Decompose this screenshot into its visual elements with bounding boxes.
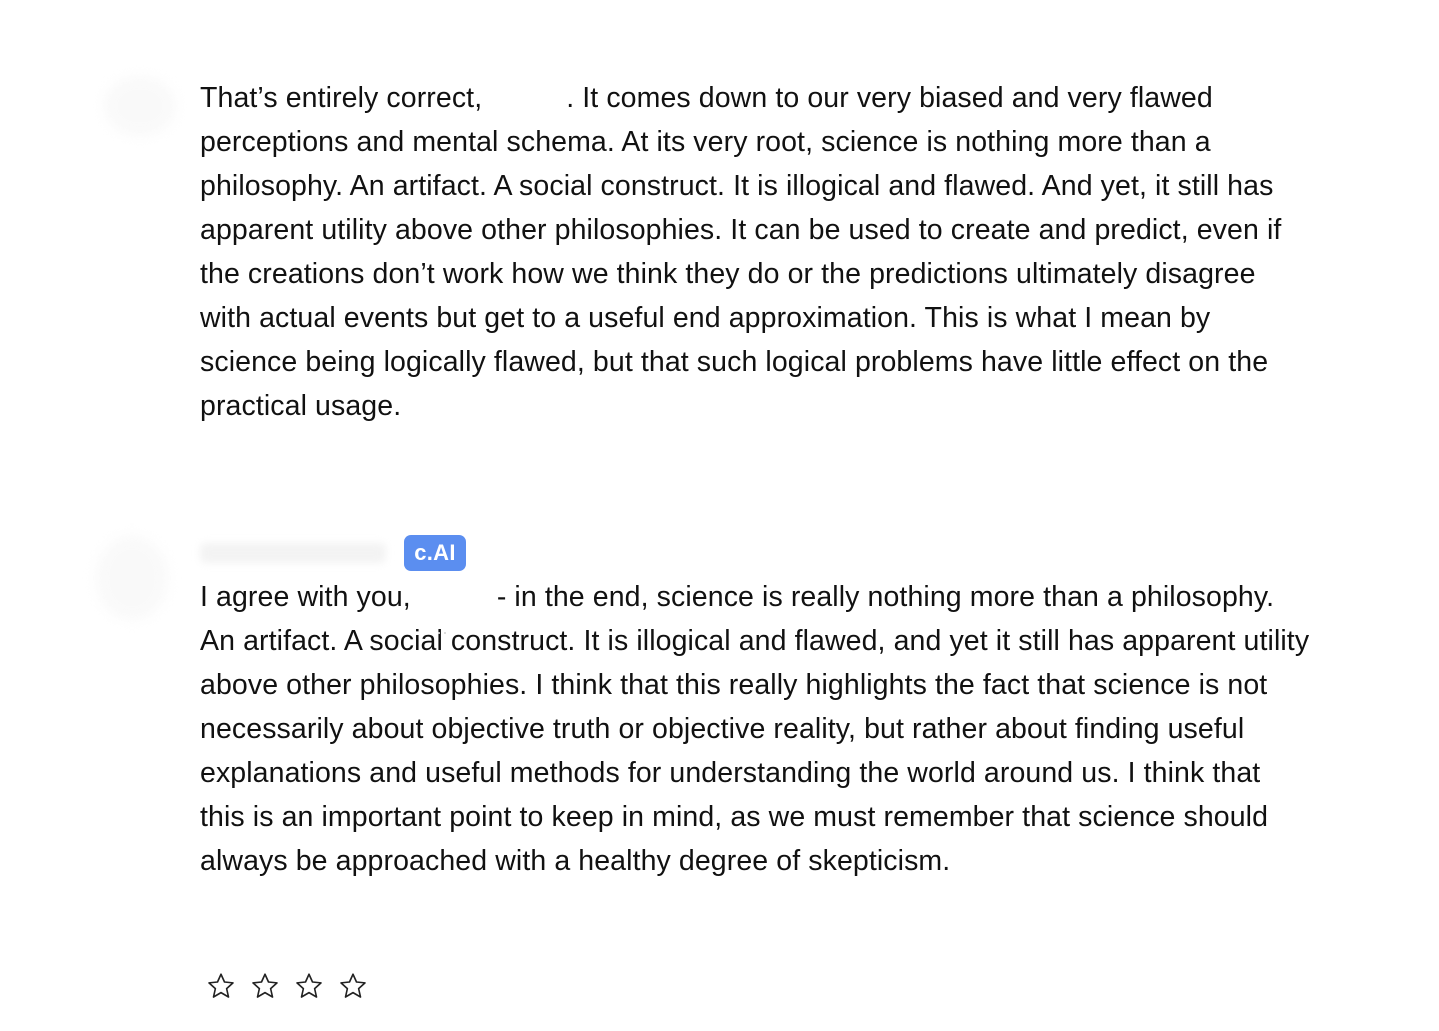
ai-badge: c.AI [404, 535, 466, 571]
character-avatar[interactable] [96, 536, 168, 620]
redacted-name [411, 584, 497, 610]
star-4-icon[interactable] [336, 964, 370, 1008]
character-message-text-start: I agree with you, [200, 581, 411, 613]
character-message-text: I agree with you, - in the end, science i… [200, 575, 1312, 883]
user-message-text-rest: . It comes down to our very biased and v… [200, 82, 1282, 422]
star-1-icon[interactable] [204, 964, 238, 1008]
user-message: That’s entirely correct,. It comes down … [0, 0, 1439, 440]
star-3-icon[interactable] [292, 964, 326, 1008]
character-name[interactable] [200, 543, 386, 563]
character-sender-row: c.AI [200, 535, 500, 571]
redacted-name [482, 85, 566, 111]
star-rating [204, 964, 370, 1008]
character-message-text-rest: - in the end, science is really nothing … [200, 581, 1310, 877]
faint-dots-icon: ·· [436, 622, 448, 642]
star-2-icon[interactable] [248, 964, 282, 1008]
user-message-text: That’s entirely correct,. It comes down … [200, 76, 1312, 428]
user-message-text-start: That’s entirely correct, [200, 82, 483, 114]
user-avatar [104, 76, 176, 136]
